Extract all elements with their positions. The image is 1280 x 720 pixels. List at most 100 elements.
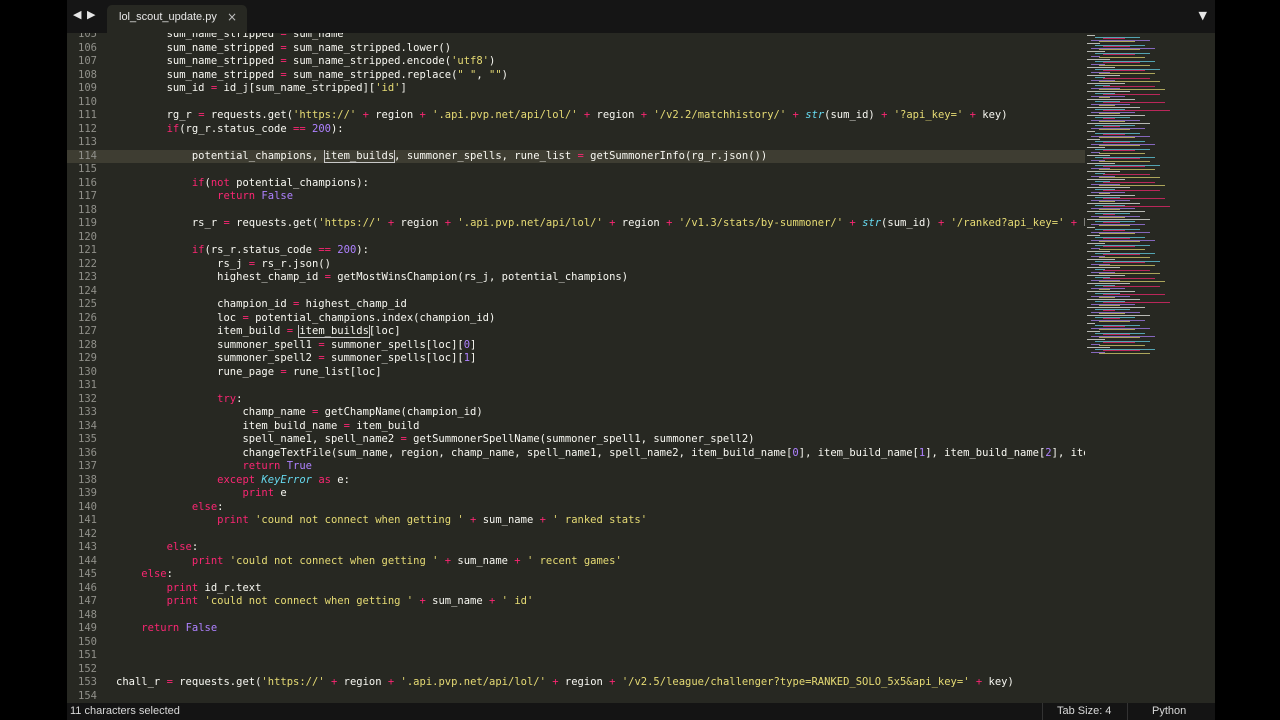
code-line[interactable]: 127 item_build = item_builds[loc] xyxy=(67,325,1087,339)
chevron-down-icon[interactable]: ▼ xyxy=(1199,9,1207,22)
code-line[interactable]: 124 xyxy=(67,285,1087,299)
code-line[interactable]: 148 xyxy=(67,609,1087,623)
file-tab-label: lol_scout_update.py xyxy=(119,11,217,23)
code-line[interactable]: 139 print e xyxy=(67,487,1087,501)
code-text: if(rg_r.status_code == 200): xyxy=(116,123,344,137)
code-token: key) xyxy=(975,109,1008,121)
code-token: sum_name_stripped xyxy=(166,55,281,67)
code-token: ] xyxy=(470,352,477,364)
code-line[interactable]: 154 xyxy=(67,690,1087,704)
code-token: return xyxy=(217,190,256,202)
line-number: 139 xyxy=(78,487,97,499)
back-arrow-icon[interactable]: ◀ xyxy=(73,8,81,21)
minimap-line xyxy=(1103,350,1140,352)
code-token: else xyxy=(166,541,192,553)
code-token: id_j[sum_name_stripped][ xyxy=(217,82,376,94)
code-token: "" xyxy=(489,68,502,81)
syntax-selector[interactable]: Python xyxy=(1152,705,1186,717)
code-line[interactable]: 113 xyxy=(67,136,1087,150)
code-line[interactable]: 116 if(not potential_champions): xyxy=(67,177,1087,191)
code-line[interactable]: 153 chall_r = requests.get('https://' + r… xyxy=(67,676,1087,690)
code-token: 'cound not connect when getting ' xyxy=(255,514,464,526)
code-line[interactable]: 150 xyxy=(67,636,1087,650)
code-line[interactable]: 131 xyxy=(67,379,1087,393)
code-line[interactable]: 118 xyxy=(67,204,1087,218)
code-line[interactable]: 128 summoner_spell1 = summoner_spells[lo… xyxy=(67,339,1087,353)
code-text: item_build = item_builds[loc] xyxy=(116,325,401,339)
minimap-line xyxy=(1087,131,1095,132)
line-number: 136 xyxy=(78,446,97,459)
code-token: 'utf8' xyxy=(451,55,490,67)
code-line[interactable]: 133 champ_name = getChampName(champion_i… xyxy=(67,406,1087,420)
code-line[interactable]: 135 spell_name1, spell_name2 = getSummon… xyxy=(67,433,1087,447)
code-token: 'https://' xyxy=(293,109,357,121)
file-tab[interactable]: lol_scout_update.py × xyxy=(107,5,247,33)
code-text: print 'could not connect when getting ' … xyxy=(116,555,622,569)
code-line[interactable]: 147 print 'could not connect when gettin… xyxy=(67,595,1087,609)
code-line[interactable]: 107 sum_name_stripped = sum_name_strippe… xyxy=(67,55,1087,69)
code-line[interactable]: 115 xyxy=(67,163,1087,177)
code-token: as xyxy=(318,473,331,486)
forward-arrow-icon[interactable]: ▶ xyxy=(87,8,95,21)
line-number: 115 xyxy=(78,163,97,175)
code-line[interactable]: 110 xyxy=(67,96,1087,110)
code-line[interactable]: 138 except KeyError as e: xyxy=(67,474,1087,488)
code-line[interactable]: 137 return True xyxy=(67,460,1087,474)
code-line[interactable]: 152 xyxy=(67,663,1087,677)
code-line[interactable]: 151 xyxy=(67,649,1087,663)
code-token: 200 xyxy=(312,122,331,135)
status-divider xyxy=(1042,703,1043,720)
code-line[interactable]: 134 item_build_name = item_build xyxy=(67,420,1087,434)
code-token: 200 xyxy=(337,244,357,256)
code-line[interactable]: 129 summoner_spell2 = summoner_spells[lo… xyxy=(67,352,1087,366)
code-line[interactable]: 123 highest_champ_id = getMostWinsChampi… xyxy=(67,271,1087,285)
code-line[interactable]: 106 sum_name_stripped = sum_name_strippe… xyxy=(67,42,1087,56)
code-text: print id_r.text xyxy=(116,582,262,596)
code-line[interactable]: 120 xyxy=(67,231,1087,245)
code-token: highest_champ_id xyxy=(299,298,407,310)
code-line[interactable]: 140 else: xyxy=(67,501,1087,515)
tab-size-selector[interactable]: Tab Size: 4 xyxy=(1057,705,1111,717)
code-token: requests.get( xyxy=(172,676,262,688)
code-token: '?api_key=' xyxy=(893,109,964,121)
code-line[interactable]: 121 if(rs_r.status_code == 200): xyxy=(67,244,1087,258)
code-line[interactable]: 125 champion_id = highest_champ_id xyxy=(67,298,1087,312)
code-line[interactable]: 111 rg_r = requests.get('https://' + reg… xyxy=(67,109,1087,123)
code-line[interactable]: 141 print 'cound not connect when gettin… xyxy=(67,514,1087,528)
code-line[interactable]: 136 changeTextFile(sum_name, region, cha… xyxy=(67,447,1087,461)
code-line[interactable]: 122 rs_j = rs_r.json() xyxy=(67,258,1087,272)
code-line[interactable]: 119 rs_r = requests.get('https://' + reg… xyxy=(67,217,1087,231)
code-line[interactable]: 114 potential_champions, item_builds, su… xyxy=(67,149,1087,163)
code-line[interactable]: 145 else: xyxy=(67,568,1087,582)
code-token: False xyxy=(185,622,218,634)
code-token: sum_name_stripped.lower() xyxy=(286,41,452,54)
code-line[interactable]: 112 if(rg_r.status_code == 200): xyxy=(67,123,1087,137)
minimap-line xyxy=(1099,49,1140,51)
code-line[interactable]: 130 rune_page = rune_list[loc] xyxy=(67,366,1087,380)
code-line[interactable]: 105 sum_name_stripped = sum_name xyxy=(67,33,1087,42)
code-line[interactable]: 149 return False xyxy=(67,622,1087,636)
code-line[interactable]: 109 sum_id = id_j[sum_name_stripped]['id… xyxy=(67,82,1087,96)
code-line[interactable]: 108 sum_name_stripped = sum_name_strippe… xyxy=(67,69,1087,83)
code-line[interactable]: 143 else: xyxy=(67,541,1087,555)
minimap-line xyxy=(1099,225,1130,227)
code-line[interactable]: 144 print 'could not connect when gettin… xyxy=(67,555,1087,569)
code-line[interactable]: 146 print id_r.text xyxy=(67,582,1087,596)
code-line[interactable]: 126 loc = potential_champions.index(cham… xyxy=(67,312,1087,326)
code-line[interactable]: 142 xyxy=(67,528,1087,542)
code-line[interactable]: 132 try: xyxy=(67,393,1087,407)
close-icon[interactable]: × xyxy=(227,10,237,24)
code-line[interactable]: 117 return False xyxy=(67,190,1087,204)
code-editor[interactable]: 105 sum_name_stripped = sum_name 106 sum_… xyxy=(67,33,1215,703)
minimap-line xyxy=(1099,41,1135,43)
minimap[interactable] xyxy=(1085,33,1215,703)
line-number: 138 xyxy=(78,473,97,486)
code-token: chall_r xyxy=(116,676,167,688)
